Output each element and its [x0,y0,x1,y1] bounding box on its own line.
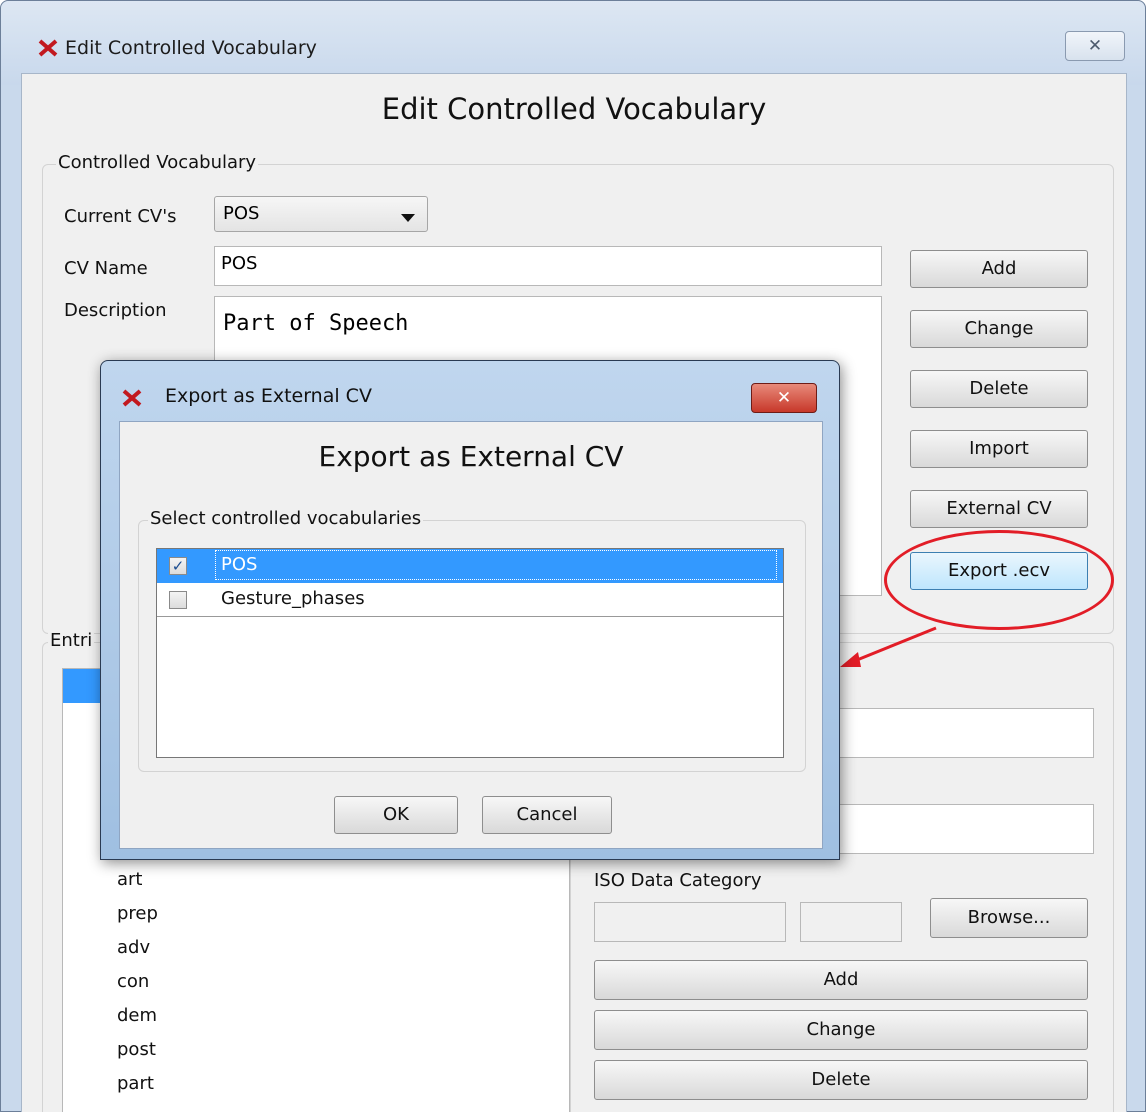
current-cvs-select[interactable]: POS [214,196,428,232]
entry-value-field[interactable] [802,708,1094,758]
add-cv-button[interactable]: Add [910,250,1088,288]
list-item[interactable]: adv [117,937,150,958]
export-external-cv-dialog: Export as External CV ✕ Export as Extern… [100,360,840,860]
iso-category-field [594,902,786,942]
chevron-down-icon [401,214,415,222]
elan-logo-icon [122,389,142,407]
dialog-close-button[interactable]: ✕ [751,383,817,413]
list-item[interactable]: ✓ POS [157,549,783,583]
annotation-arrow-icon [840,626,937,667]
entries-group-legend: Entri [48,630,95,651]
close-icon: ✕ [1087,36,1103,56]
description-value: Part of Speech [223,311,409,336]
external-cv-button[interactable]: External CV [910,490,1088,528]
current-cvs-value: POS [223,203,260,224]
cv-row-label: Gesture_phases [221,588,365,609]
pos-checkbox[interactable]: ✓ [169,557,187,575]
list-item[interactable]: prep [117,903,158,924]
change-cv-button[interactable]: Change [910,310,1088,348]
dialog-heading: Export as External CV [318,440,624,473]
ok-button[interactable]: OK [334,796,458,834]
cv-group-legend: Controlled Vocabulary [56,152,259,173]
cv-name-label: CV Name [64,258,148,279]
dialog-title: Export as External CV [165,385,372,407]
list-item[interactable]: dem [117,1005,157,1026]
change-entry-button[interactable]: Change [594,1010,1088,1050]
list-item[interactable]: post [117,1039,156,1060]
select-cvs-legend: Select controlled vocabularies [148,508,424,529]
iso-data-category-label: ISO Data Category [594,870,762,891]
list-item[interactable]: con [117,971,149,992]
browse-button[interactable]: Browse... [930,898,1088,938]
list-item[interactable]: part [117,1073,154,1094]
page-title: Edit Controlled Vocabulary [381,92,767,126]
add-entry-button[interactable]: Add [594,960,1088,1000]
window-title: Edit Controlled Vocabulary [65,37,317,59]
iso-id-field [800,902,902,942]
cv-checklist[interactable]: ✓ POS Gesture_phases [156,548,784,758]
entry-description-field[interactable] [802,804,1094,854]
cancel-button[interactable]: Cancel [482,796,612,834]
annotation-ellipse [884,530,1114,630]
delete-cv-button[interactable]: Delete [910,370,1088,408]
dialog-content: Export as External CV Select controlled … [119,421,823,849]
cv-name-value: POS [221,253,258,274]
elan-logo-icon [38,39,58,57]
cv-name-field[interactable]: POS [214,246,882,286]
delete-entry-button[interactable]: Delete [594,1060,1088,1100]
list-item[interactable]: Gesture_phases [157,583,783,617]
list-item[interactable]: art [117,869,143,890]
close-icon: ✕ [776,388,792,408]
current-cvs-label: Current CV's [64,206,177,227]
entry-selection [63,669,103,703]
description-label: Description [64,300,167,321]
focus-outline [215,550,777,580]
cv-row-label: POS [221,554,258,575]
gesture-phases-checkbox[interactable] [169,591,187,609]
close-button[interactable]: ✕ [1065,31,1125,61]
import-button[interactable]: Import [910,430,1088,468]
